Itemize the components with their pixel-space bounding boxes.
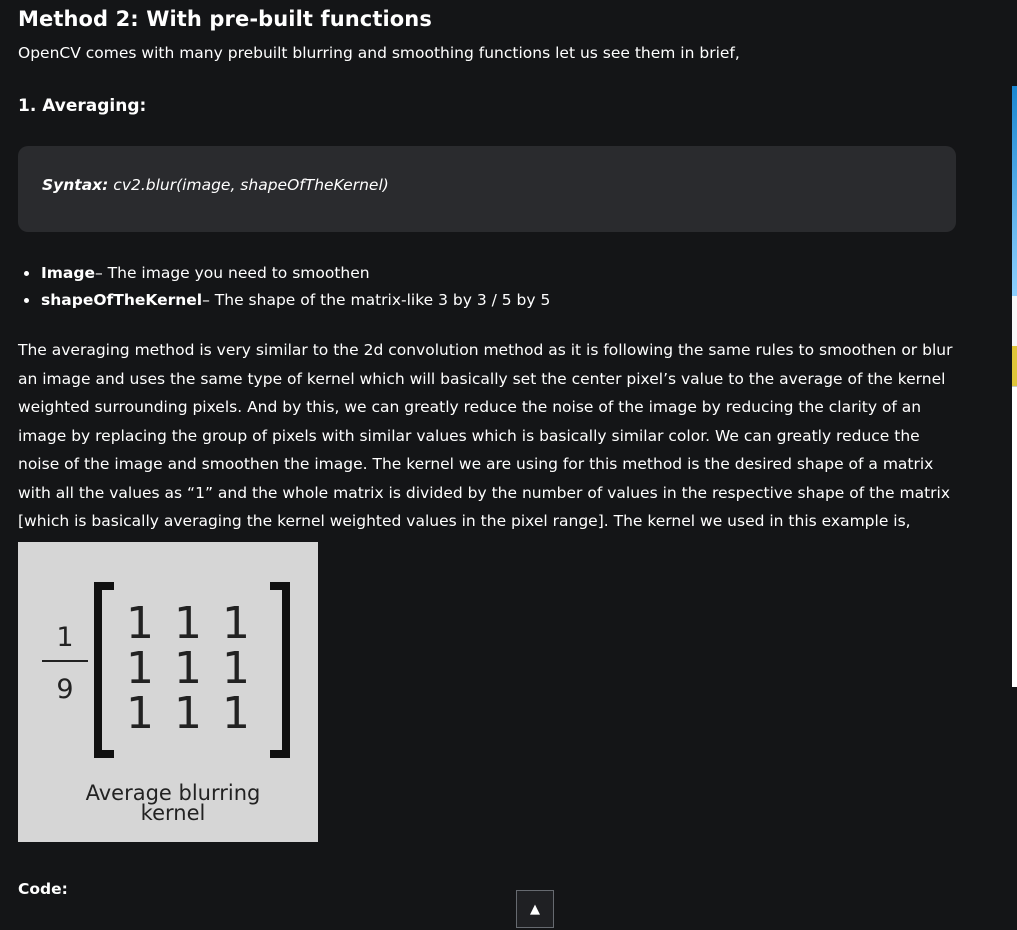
- section-title: Method 2: With pre-built functions: [18, 7, 432, 31]
- code-label: Code:: [18, 880, 68, 898]
- matrix-cell: 1: [222, 598, 250, 649]
- parameter-list: Image– The image you need to smoothen sh…: [18, 260, 550, 314]
- fraction-numerator: 1: [56, 622, 73, 653]
- ad-image-top: [1012, 86, 1017, 296]
- parameter-name: Image: [41, 264, 95, 282]
- syntax-line: Syntax: cv2.blur(image, shapeOfTheKernel…: [42, 175, 389, 195]
- matrix-cell: 1: [222, 643, 250, 694]
- right-bracket: [270, 582, 290, 758]
- intro-paragraph: OpenCV comes with many prebuilt blurring…: [18, 44, 740, 62]
- syntax-box: Syntax: cv2.blur(image, shapeOfTheKernel…: [18, 146, 956, 232]
- matrix-cell: 1: [174, 643, 202, 694]
- matrix-cell: 1: [126, 643, 154, 694]
- ad-image-accent: [1012, 346, 1017, 386]
- parameter-name: shapeOfTheKernel: [41, 291, 203, 309]
- fraction-denominator: 9: [56, 674, 73, 705]
- parameter-description: – The image you need to smoothen: [95, 264, 370, 282]
- left-bracket: [94, 582, 114, 758]
- averaging-explanation: The averaging method is very similar to …: [18, 341, 953, 530]
- article-page: Method 2: With pre-built functions OpenC…: [0, 0, 1017, 930]
- arrow-up-icon: ▲: [530, 901, 540, 917]
- syntax-label: Syntax:: [42, 176, 109, 194]
- kernel-diagram: 1 9 1 1 1 1 1 1 1 1 1 Average blurring k…: [42, 582, 290, 825]
- averaging-heading: 1. Averaging:: [18, 96, 147, 116]
- matrix-cell: 1: [126, 688, 154, 739]
- matrix-cell: 1: [126, 598, 154, 649]
- syntax-code: cv2.blur(image, shapeOfTheKernel): [108, 176, 389, 194]
- figure-caption-line2: kernel: [141, 801, 206, 825]
- matrix-cell: 1: [174, 598, 202, 649]
- average-kernel-image: 1 9 1 1 1 1 1 1 1 1 1 Average blurring k…: [18, 542, 318, 842]
- list-item: Image– The image you need to smoothen: [18, 260, 550, 287]
- sidebar-ad-image[interactable]: [1012, 86, 1017, 687]
- parameter-description: – The shape of the matrix-like 3 by 3 / …: [202, 291, 551, 309]
- ad-image-bottom: [1012, 386, 1017, 687]
- matrix-cell: 1: [174, 688, 202, 739]
- list-item: shapeOfTheKernel– The shape of the matri…: [18, 287, 550, 314]
- matrix-cell: 1: [222, 688, 250, 739]
- scroll-to-top-button[interactable]: ▲: [516, 890, 554, 928]
